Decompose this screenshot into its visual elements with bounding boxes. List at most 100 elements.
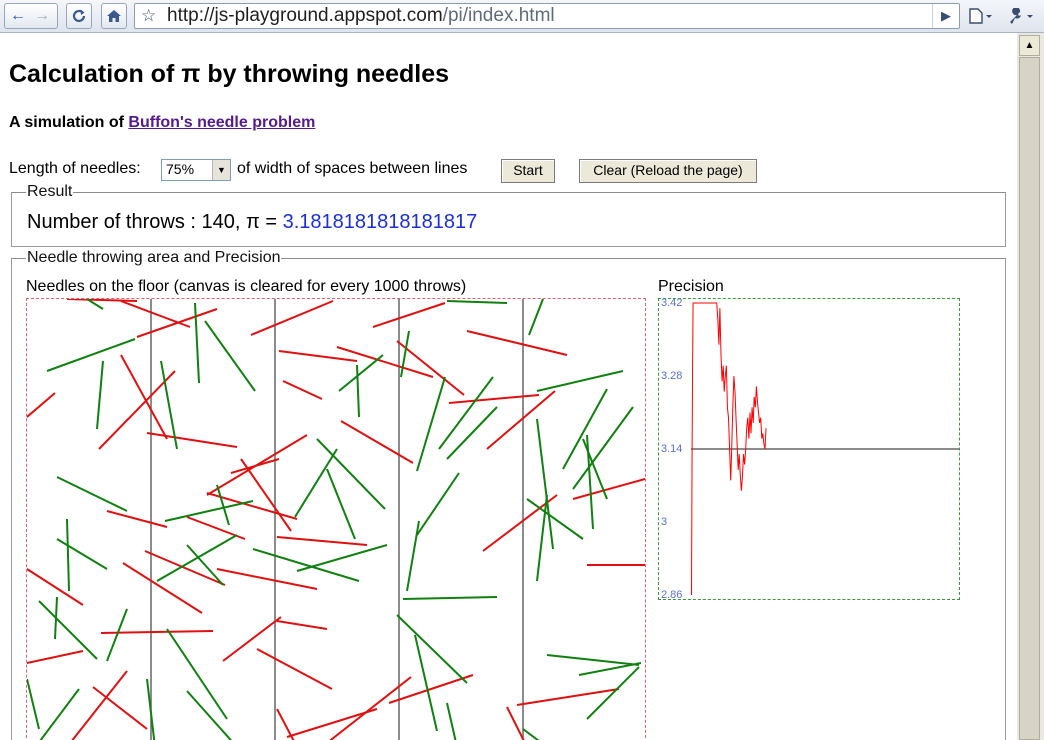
needle-crossing (372, 302, 446, 328)
url-text[interactable]: http://js-playground.appspot.com/pi/inde… (167, 5, 555, 27)
y-tick-label: 3.14 (661, 443, 683, 455)
home-icon (107, 10, 121, 22)
needle (166, 628, 228, 720)
chevron-down-icon[interactable]: ▼ (212, 160, 230, 180)
needle-crossing (506, 706, 525, 740)
url-path: /pi/index.html (442, 5, 555, 26)
needle (54, 596, 58, 640)
needle (26, 678, 40, 730)
scroll-thumb[interactable] (1019, 57, 1040, 740)
needle-crossing (26, 650, 84, 664)
y-tick-label: 3 (661, 516, 668, 528)
result-fieldset: Result Number of throws : 140, π = 3.181… (11, 183, 1006, 247)
needle-crossing (572, 478, 646, 500)
needle (528, 298, 544, 336)
floor-lines (150, 299, 524, 740)
needle-crossing (106, 510, 168, 528)
start-button[interactable]: Start (501, 159, 555, 183)
needle (56, 476, 128, 512)
tools-menu-button[interactable] (1002, 3, 1038, 29)
needle (252, 548, 360, 582)
needle-crossing (388, 674, 474, 704)
go-arrow-icon[interactable]: ▶ (932, 4, 959, 28)
page-menu-icon (969, 8, 992, 24)
needle-crossing (66, 298, 138, 302)
needle (546, 654, 640, 666)
y-tick-label: 2.86 (661, 589, 683, 601)
buffon-link[interactable]: Buffon's needle problem (128, 114, 315, 131)
precision-chart: 3.42 3.28 3.14 3 2.86 (658, 297, 960, 601)
needle-crossing (92, 686, 148, 730)
needle (66, 518, 70, 592)
wrench-icon (1010, 8, 1033, 24)
length-label: Length of needles: (9, 160, 141, 177)
needle (586, 434, 594, 530)
needle (446, 300, 508, 304)
reload-icon (72, 9, 86, 23)
page-title: Calculation of π by throwing needles (9, 60, 450, 88)
needle (416, 376, 446, 472)
page-content: Calculation of π by throwing needles A s… (0, 33, 1017, 740)
needle (446, 406, 498, 460)
needle-canvas-drawing (26, 298, 646, 740)
browser-toolbar: ← → ☆ http://js-playground.appspot.com/p… (0, 0, 1044, 33)
non-crossing-needles (26, 298, 642, 740)
address-bar[interactable]: ☆ http://js-playground.appspot.com/pi/in… (134, 3, 960, 29)
precision-chart-svg (691, 302, 959, 596)
needle (204, 320, 256, 392)
needle-crossing (278, 350, 358, 362)
bookmark-star-icon[interactable]: ☆ (141, 6, 156, 26)
throws-prefix: Number of throws : (27, 211, 202, 233)
needle (56, 538, 108, 570)
needle-crossing (26, 392, 56, 418)
needle (396, 614, 468, 684)
vertical-scrollbar[interactable]: ▲ (1017, 33, 1044, 740)
page-menu-button[interactable] (964, 3, 996, 29)
subtitle-prefix: A simulation of (9, 114, 129, 131)
scroll-up-arrow-icon[interactable]: ▲ (1019, 35, 1040, 56)
page-subtitle: A simulation of Buffon's needle problem (9, 114, 315, 132)
home-button[interactable] (101, 3, 127, 29)
needle-crossing (276, 536, 368, 546)
needle (562, 388, 608, 470)
needle (406, 520, 420, 592)
needle (536, 370, 624, 392)
needle (294, 448, 338, 518)
needle (106, 608, 128, 662)
needle (402, 596, 498, 600)
length-select[interactable]: 75% ▼ (161, 159, 231, 181)
needle (96, 360, 104, 430)
needle-crossing (222, 616, 282, 662)
needle-crossing (466, 330, 568, 356)
needle (186, 544, 224, 586)
length-select-value: 75% (166, 161, 195, 177)
y-tick-label: 3.42 (661, 297, 683, 309)
needle-crossing (136, 308, 218, 338)
throw-count: 140 (201, 211, 235, 233)
needle (186, 690, 233, 740)
needle (216, 484, 230, 526)
needle (316, 438, 386, 510)
result-text: Number of throws : 140, π = 3.1818181818… (27, 211, 477, 234)
needle (39, 688, 80, 740)
needle (416, 472, 460, 536)
back-forward-group: ← → (4, 3, 58, 29)
needle (326, 468, 356, 540)
needle-crossing (256, 648, 333, 690)
needle (38, 600, 98, 660)
length-suffix: of width of spaces between lines (237, 160, 468, 177)
needle-crossing (250, 300, 334, 336)
clear-button[interactable]: Clear (Reload the page) (579, 159, 757, 183)
needle-crossing (120, 354, 168, 440)
needles-label: Needles on the floor (canvas is cleared … (26, 278, 467, 295)
needle (522, 728, 540, 740)
reload-button[interactable] (66, 3, 92, 29)
result-legend: Result (27, 183, 73, 200)
back-icon[interactable]: ← (10, 4, 26, 28)
needle-crossing (448, 394, 540, 404)
needle (356, 364, 360, 418)
needle-crossing (216, 568, 318, 590)
needle (446, 702, 457, 740)
forward-icon[interactable]: → (34, 4, 50, 28)
needle-crossing (340, 420, 414, 464)
